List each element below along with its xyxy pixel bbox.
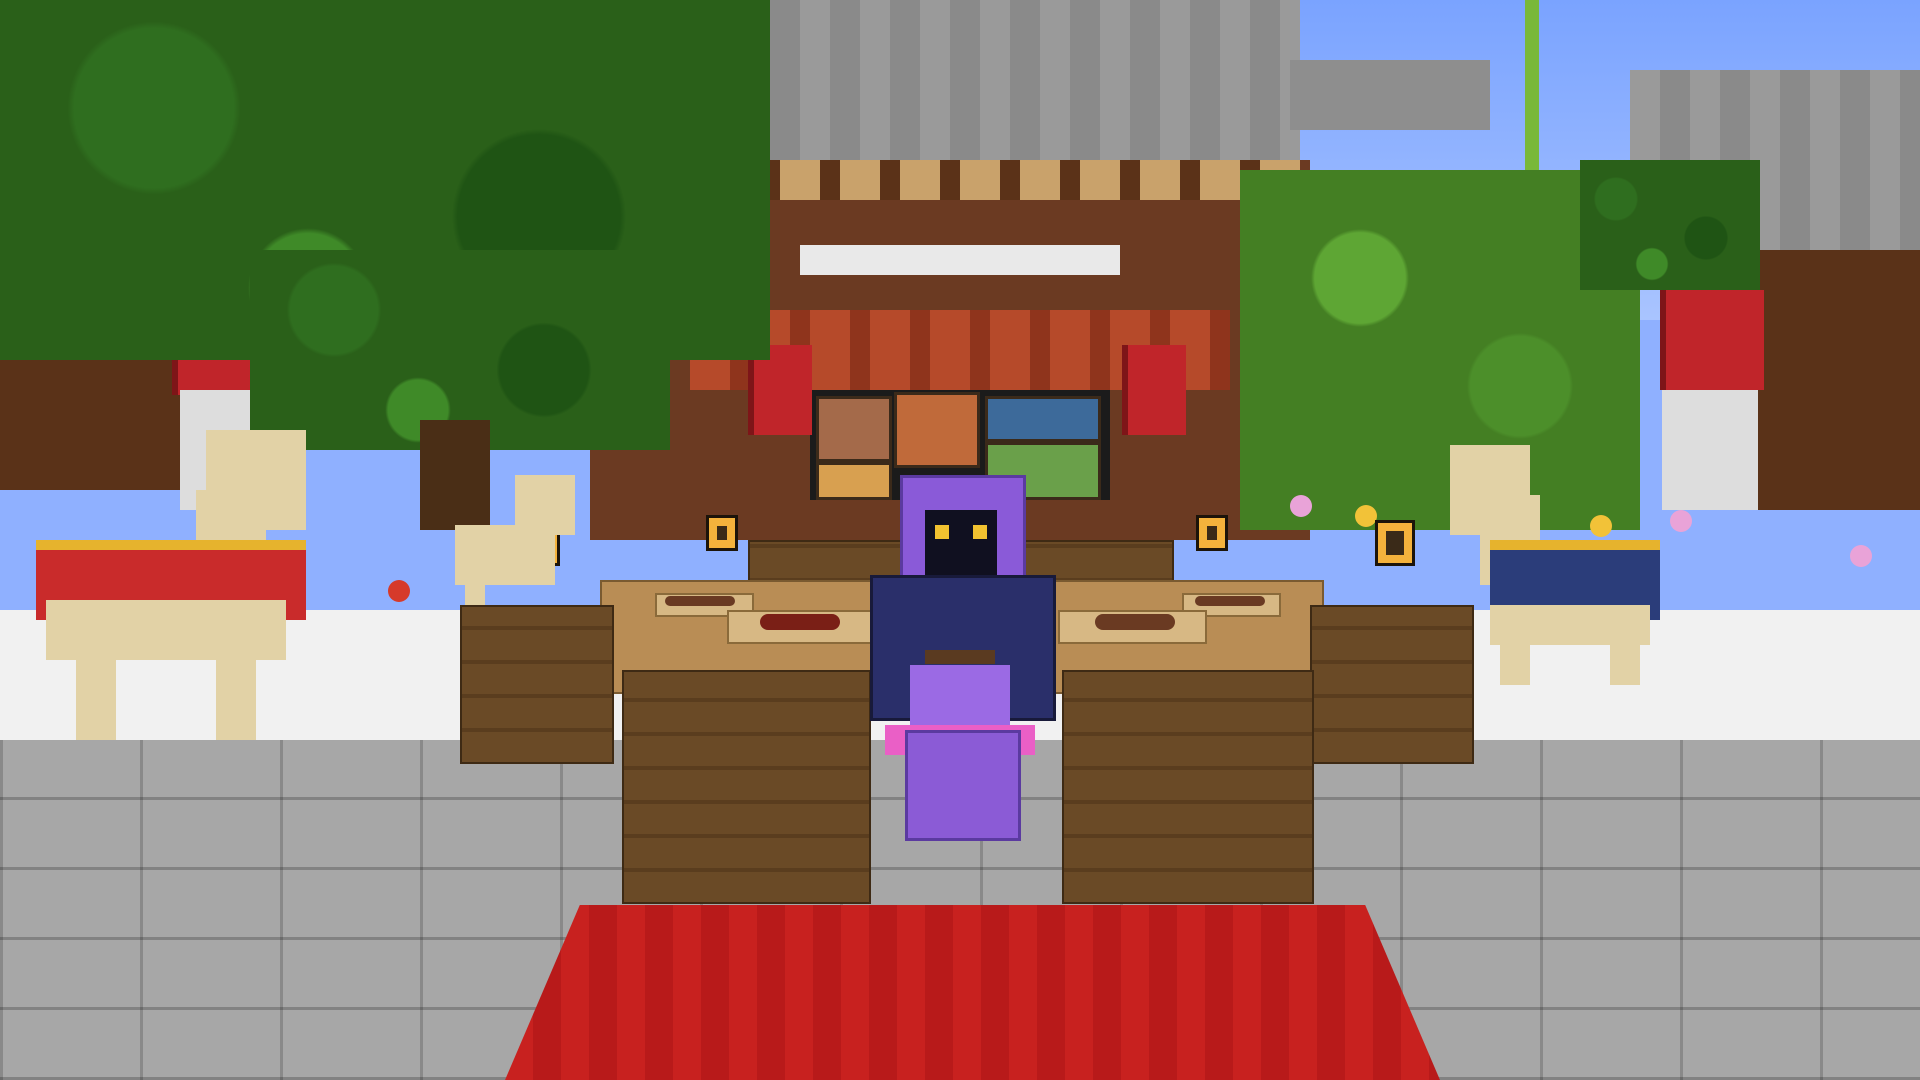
llama-leg xyxy=(1610,640,1640,685)
player-skirt xyxy=(910,665,1010,725)
steak-icon xyxy=(1195,596,1265,606)
flower-icon xyxy=(388,580,410,602)
player-avatar-icon[interactable] xyxy=(870,475,1056,841)
player-face xyxy=(925,510,997,585)
steak-icon xyxy=(665,596,735,606)
steak-icon xyxy=(1095,614,1175,630)
side-chair-left xyxy=(460,605,614,764)
llama-leg xyxy=(76,660,116,740)
player-eye-left xyxy=(935,525,949,539)
painting xyxy=(816,396,892,462)
temple-white-band xyxy=(800,245,1120,275)
lantern-icon xyxy=(1375,520,1415,566)
lantern-icon xyxy=(1196,515,1228,551)
flower-icon xyxy=(1850,545,1872,567)
flower-icon xyxy=(1355,505,1377,527)
side-chair-right xyxy=(1310,605,1474,764)
tree-leaves-right-top xyxy=(1580,160,1760,290)
llama-body xyxy=(1490,605,1650,645)
painting xyxy=(894,392,980,468)
flower-icon xyxy=(1290,495,1312,517)
temple-roof xyxy=(740,0,1300,168)
painting xyxy=(985,396,1101,442)
red-carpet xyxy=(505,905,1440,1080)
flower-icon xyxy=(1670,510,1692,532)
llama-leg xyxy=(216,660,256,740)
llama-red-rug-icon[interactable] xyxy=(36,430,306,740)
front-chair-right xyxy=(1062,670,1314,904)
red-pillar-right xyxy=(1660,290,1764,390)
white-pillar-right xyxy=(1662,390,1758,510)
steak-icon xyxy=(760,614,840,630)
llama-blue-rug-icon[interactable] xyxy=(1450,445,1660,685)
llama-body xyxy=(46,600,286,660)
player-belt xyxy=(925,650,995,664)
front-chair-left xyxy=(622,670,871,904)
game-viewport[interactable] xyxy=(0,0,1920,1080)
llama-leg xyxy=(1500,640,1530,685)
temple-roof-eave xyxy=(1290,60,1490,130)
red-banner-right xyxy=(1122,345,1186,435)
llama-body xyxy=(455,525,555,585)
player-eye-right xyxy=(973,525,987,539)
lantern-icon xyxy=(706,515,738,551)
player-legs xyxy=(905,730,1021,841)
llama-back-icon[interactable] xyxy=(455,475,575,615)
